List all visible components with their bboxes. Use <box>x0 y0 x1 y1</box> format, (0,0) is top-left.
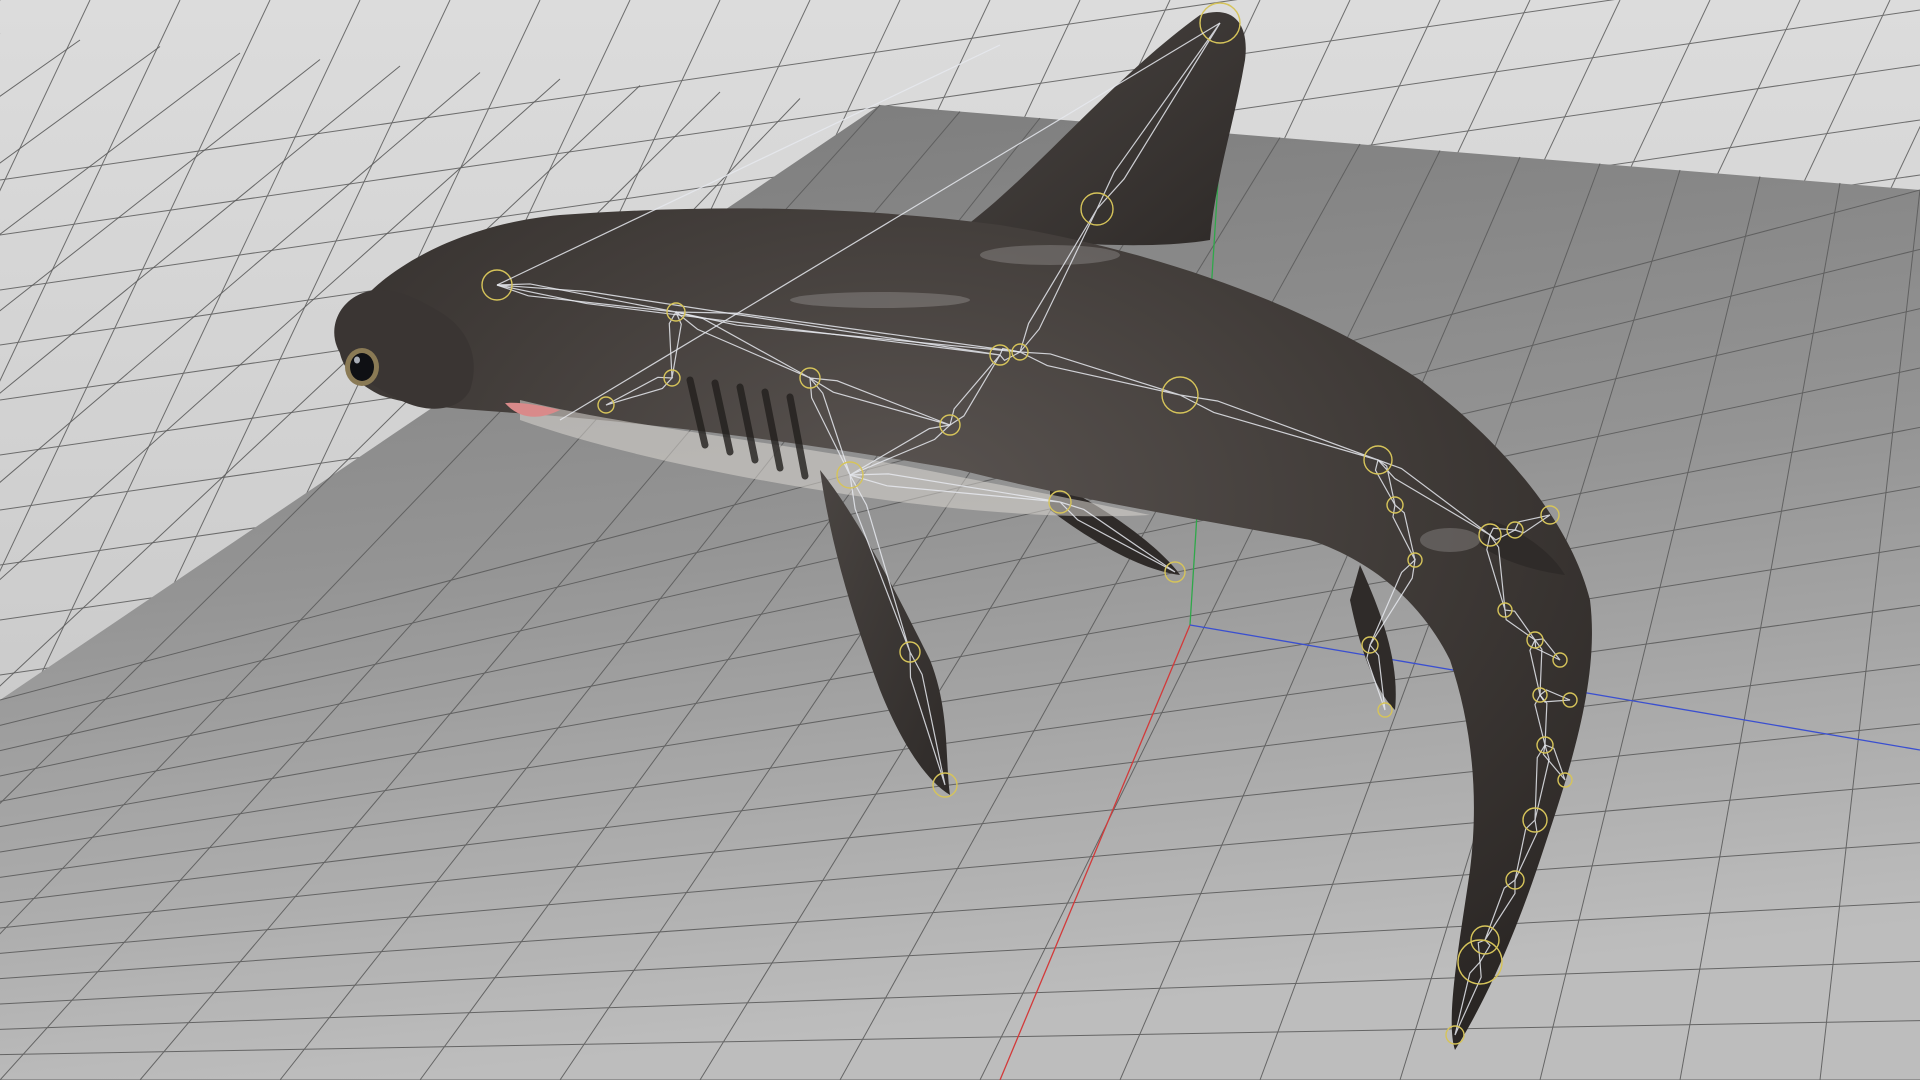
3d-viewport[interactable] <box>0 0 1920 1080</box>
shark-eye <box>345 348 379 386</box>
viewport-canvas[interactable] <box>0 0 1920 1080</box>
